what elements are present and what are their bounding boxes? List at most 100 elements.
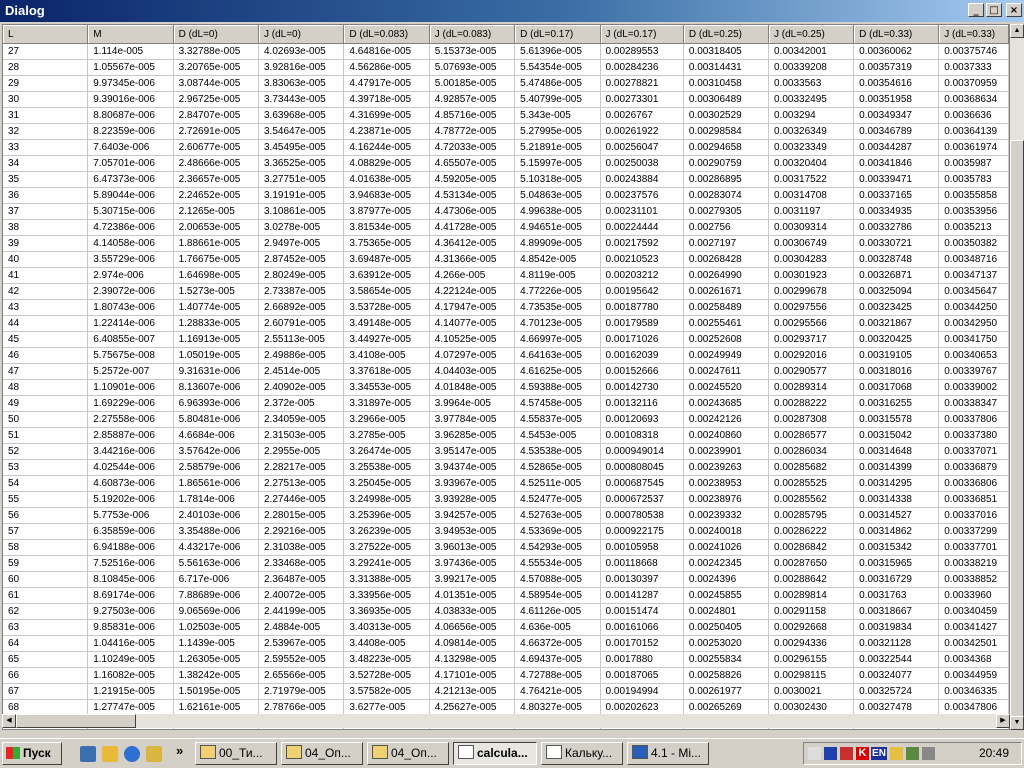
task-calculator-dialog[interactable]: calcula...	[453, 742, 537, 765]
table-cell[interactable]: 4.55534e-005	[514, 555, 601, 572]
table-cell[interactable]: 4.57088e-005	[514, 571, 601, 588]
table-cell[interactable]: 4.69437e-005	[514, 651, 601, 668]
table-cell[interactable]: 4.53134e-005	[429, 187, 516, 204]
table-cell[interactable]: 1.86561e-006	[173, 475, 259, 492]
table-cell[interactable]: 4.636e-005	[514, 619, 601, 636]
table-cell[interactable]: 3.73443e-005	[258, 91, 345, 108]
table-cell[interactable]: 3.92816e-005	[258, 59, 345, 76]
table-cell[interactable]: 0.000949014	[600, 443, 684, 460]
table-cell[interactable]: 0.00302529	[683, 107, 770, 124]
table-cell[interactable]: 4.43217e-006	[173, 539, 259, 556]
table-cell[interactable]: 1.50195e-005	[173, 683, 259, 700]
table-cell[interactable]: 0.00323425	[853, 299, 940, 316]
table-cell[interactable]: 0.00338219	[938, 555, 1009, 572]
table-row[interactable]: 27 1.114e-005 3.32788e-005 4.02693e-005 4.64…	[3, 43, 1009, 60]
table-cell[interactable]: 0.00292668	[768, 619, 855, 636]
table-cell[interactable]: 0.00261977	[683, 683, 770, 700]
table-cell[interactable]: 4.52763e-005	[514, 507, 601, 524]
table-cell[interactable]: 3.45495e-005	[258, 139, 345, 156]
column-header[interactable]: J (dL=0.17)	[600, 25, 684, 44]
table-row[interactable]: 39 4.14058e-006 1.88661e-005 2.9497e-005 3.7…	[3, 235, 1009, 252]
table-cell[interactable]: 0.00118668	[600, 555, 684, 572]
table-cell[interactable]: 0.00318667	[853, 603, 940, 620]
table-cell[interactable]: 0.00347137	[938, 267, 1009, 284]
table-cell[interactable]: 0.00171026	[600, 331, 684, 348]
table-cell[interactable]: 4.72788e-005	[514, 667, 601, 684]
table-cell[interactable]: 0.00130397	[600, 571, 684, 588]
table-cell[interactable]: 0.00325724	[853, 683, 940, 700]
table-cell[interactable]: 0.0024801	[683, 603, 770, 620]
table-cell[interactable]: 0.00292016	[768, 347, 855, 364]
table-cell[interactable]: 0.00318405	[683, 43, 770, 60]
table-cell[interactable]: 0.00297556	[768, 299, 855, 316]
table-cell[interactable]: 4.54293e-005	[514, 539, 601, 556]
table-cell[interactable]: 4.66997e-005	[514, 331, 601, 348]
table-cell[interactable]: 3.26239e-005	[343, 523, 430, 540]
table-cell[interactable]: 58	[3, 539, 89, 556]
table-cell[interactable]: 0.00250038	[600, 155, 684, 172]
table-cell[interactable]: 9.06569e-006	[173, 603, 259, 620]
table-cell[interactable]: 5.30715e-006	[87, 203, 174, 220]
table-cell[interactable]: 30	[3, 91, 89, 108]
table-cell[interactable]: 4.39718e-005	[343, 91, 430, 108]
table-cell[interactable]: 5.07693e-005	[429, 59, 516, 76]
table-cell[interactable]: 4.73535e-005	[514, 299, 601, 316]
table-cell[interactable]: 0.00342501	[938, 635, 1009, 652]
table-cell[interactable]: 0.00170152	[600, 635, 684, 652]
table-row[interactable]: 28 1.05567e-005 3.20765e-005 3.92816e-005 4.…	[3, 59, 1009, 76]
table-cell[interactable]: 0.00231101	[600, 203, 684, 220]
table-cell[interactable]: 4.14077e-005	[429, 315, 516, 332]
task-word-document[interactable]: 4.1 - Mi...	[627, 742, 709, 765]
table-cell[interactable]: 0.00286842	[768, 539, 855, 556]
table-cell[interactable]: 0.00314431	[683, 59, 770, 76]
table-cell[interactable]: 0.0033563	[768, 75, 855, 92]
table-cell[interactable]: 62	[3, 603, 89, 620]
table-cell[interactable]: 2.36657e-005	[173, 171, 259, 188]
table-cell[interactable]: 2.66892e-005	[258, 299, 345, 316]
table-cell[interactable]: 0.00315965	[853, 555, 940, 572]
table-cell[interactable]: 3.94683e-005	[343, 187, 430, 204]
table-cell[interactable]: 3.93928e-005	[429, 491, 516, 508]
table-row[interactable]: 61 8.69174e-006 7.88689e-006 2.40072e-005 3.…	[3, 587, 1009, 604]
table-cell[interactable]: 4.41728e-005	[429, 219, 516, 236]
table-cell[interactable]: 0.00279305	[683, 203, 770, 220]
table-row[interactable]: 49 1.69229e-006 6.96393e-006 2.372e-005 3.31…	[3, 395, 1009, 412]
table-row[interactable]: 32 8.22359e-006 2.72691e-005 3.54647e-005 4.…	[3, 123, 1009, 140]
table-cell[interactable]: 3.58654e-005	[343, 283, 430, 300]
table-cell[interactable]: 5.2572e-007	[87, 363, 174, 380]
table-cell[interactable]: 5.40799e-005	[514, 91, 601, 108]
table-cell[interactable]: 0.00336879	[938, 459, 1009, 476]
table-cell[interactable]: 0.00314862	[853, 523, 940, 540]
table-row[interactable]: 46 5.75675e-008 1.05019e-005 2.49886e-005 3.…	[3, 347, 1009, 364]
table-cell[interactable]: 4.5453e-005	[514, 427, 601, 444]
table-cell[interactable]: 0.00344959	[938, 667, 1009, 684]
table-cell[interactable]: 56	[3, 507, 89, 524]
table-cell[interactable]: 0.00288222	[768, 395, 855, 412]
table-cell[interactable]: 9.85831e-006	[87, 619, 174, 636]
table-cell[interactable]: 1.38242e-005	[173, 667, 259, 684]
table-cell[interactable]: 3.54647e-005	[258, 123, 345, 140]
table-cell[interactable]: 0.000922175	[600, 523, 684, 540]
table-cell[interactable]: 63	[3, 619, 89, 636]
table-cell[interactable]: 41	[3, 267, 89, 284]
table-cell[interactable]: 5.21891e-005	[514, 139, 601, 156]
table-cell[interactable]: 0.00320404	[768, 155, 855, 172]
table-cell[interactable]: 2.974e-006	[87, 267, 174, 284]
table-cell[interactable]: 0.000780538	[600, 507, 684, 524]
column-header[interactable]: J (dL=0.25)	[768, 25, 855, 44]
table-cell[interactable]: 7.6403e-006	[87, 139, 174, 156]
table-cell[interactable]: 0.00289314	[768, 379, 855, 396]
scroll-down-button[interactable]: ▼	[1010, 716, 1024, 730]
table-cell[interactable]: 0.00364139	[938, 123, 1009, 140]
table-cell[interactable]: 5.75675e-008	[87, 347, 174, 364]
table-row[interactable]: 60 8.10845e-006 6.717e-006 2.36487e-005 3.31…	[3, 571, 1009, 588]
table-cell[interactable]: 4.14058e-006	[87, 235, 174, 252]
network-icon[interactable]	[890, 747, 903, 760]
table-cell[interactable]: 5.54354e-005	[514, 59, 601, 76]
table-cell[interactable]: 2.36487e-005	[258, 571, 345, 588]
table-cell[interactable]: 0.00287308	[768, 411, 855, 428]
table-cell[interactable]: 3.44927e-005	[343, 331, 430, 348]
table-cell[interactable]: 3.95147e-005	[429, 443, 516, 460]
table-cell[interactable]: 0.00268428	[683, 251, 770, 268]
table-cell[interactable]: 4.6684e-006	[173, 427, 259, 444]
